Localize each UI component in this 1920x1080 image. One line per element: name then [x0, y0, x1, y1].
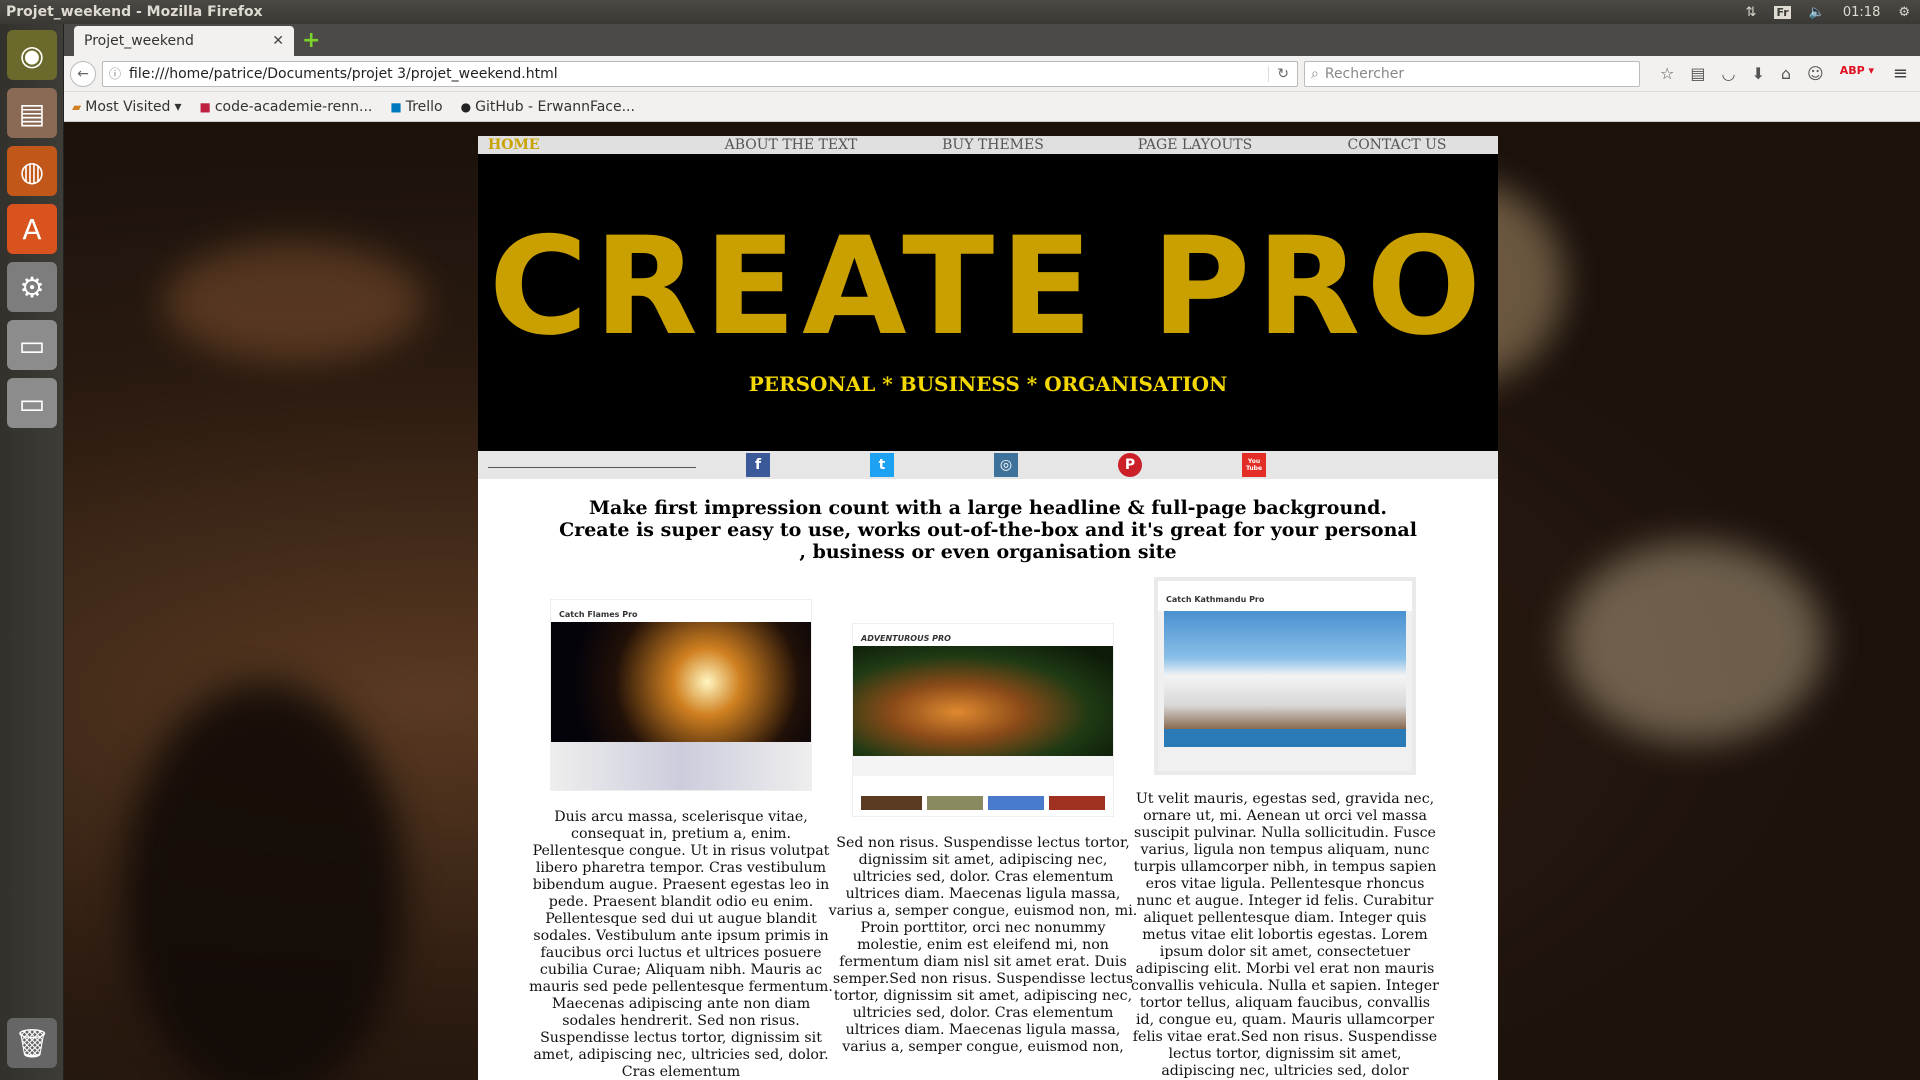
temple-image [1164, 611, 1406, 729]
home-icon[interactable]: ⌂ [1781, 64, 1791, 83]
software-center-icon[interactable]: A [7, 204, 57, 254]
social-bar: f t ◎ P You Tube [478, 451, 1498, 479]
nav-about-the-text[interactable]: ABOUT THE TEXT [690, 136, 892, 154]
toolbar-icons: ☆ ▤ ◡ ⬇ ⌂ ☺ ABP ▾ [1660, 64, 1874, 83]
thumb-content [551, 742, 811, 790]
reading-list-icon[interactable]: ▤ [1690, 64, 1705, 83]
hamburger-menu-icon[interactable]: ≡ [1893, 63, 1908, 84]
background-light-2 [1564, 542, 1824, 742]
tiger-image [853, 646, 1113, 756]
column-text: Ut velit mauris, egestas sed, gravida ne… [1131, 791, 1439, 1079]
bookmark-most-visited[interactable]: ▰ Most Visited ▾ [72, 99, 181, 115]
dash-home-icon[interactable]: ◉ [7, 30, 57, 80]
hero-tagline: PERSONAL * BUSINESS * ORGANISATION [748, 372, 1228, 396]
page-viewport[interactable]: HOME ABOUT THE TEXT BUY THEMES PAGE LAYO… [64, 122, 1920, 1080]
divider-line [488, 467, 696, 468]
theme-screenshot-catch-kathmandu[interactable]: Catch Kathmandu Pro [1154, 577, 1416, 775]
intro-headline: Make first impression count with a large… [559, 497, 1417, 563]
theme-column-2: ADVENTUROUS PRO Sed non risus. Suspendis… [828, 623, 1138, 1056]
bookmark-star-icon[interactable]: ☆ [1660, 64, 1674, 83]
bookmark-trello[interactable]: ■ Trello [390, 99, 442, 115]
volume-icon[interactable]: 🔈 [1809, 5, 1825, 20]
trash-icon[interactable]: 🗑 [7, 1018, 57, 1068]
os-top-panel: Projet_weekend - Mozilla Firefox ⇅ Fr 🔈 … [0, 0, 1920, 24]
search-icon: ⌕ [1311, 65, 1319, 82]
info-icon[interactable]: ⓘ [109, 65, 121, 82]
tab-projet-weekend[interactable]: Projet_weekend ✕ [74, 26, 294, 56]
close-tab-icon[interactable]: ✕ [272, 33, 284, 49]
tab-bar: Projet_weekend ✕ + [64, 24, 1920, 56]
facebook-icon[interactable]: f [746, 453, 770, 477]
instagram-icon[interactable]: ◎ [994, 453, 1018, 477]
bookmark-github[interactable]: ● GitHub - ErwannFace... [461, 99, 635, 115]
bookmark-code-academie[interactable]: ■ code-academie-renn... [199, 99, 372, 115]
thumb-gallery [861, 796, 1105, 810]
reload-icon[interactable]: ↻ [1268, 65, 1297, 82]
background-person [124, 682, 404, 1080]
firefox-window: Projet_weekend ✕ + ← ⓘ file:///home/patr… [64, 24, 1920, 1080]
theme-column-1: Catch Flames Pro Duis arcu massa, sceler… [526, 599, 836, 1080]
nav-page-layouts[interactable]: PAGE LAYOUTS [1094, 136, 1296, 154]
keyboard-layout-indicator[interactable]: Fr [1774, 5, 1791, 19]
disk-drive-icon[interactable]: ▭ [7, 320, 57, 370]
thumb-banner [1164, 729, 1406, 747]
sparkler-image [551, 622, 811, 742]
background-shelf [164, 242, 424, 362]
hero-title: CREATE PRO [488, 208, 1488, 365]
tab-title: Projet_weekend [84, 33, 194, 49]
system-tray: ⇅ Fr 🔈 01:18 ⚙ [1746, 5, 1920, 20]
nav-contact-us[interactable]: CONTACT US [1296, 136, 1498, 154]
code-academie-icon: ■ [199, 99, 211, 114]
system-settings-icon[interactable]: ⚙ [7, 262, 57, 312]
nav-home[interactable]: HOME [478, 136, 690, 154]
thumb-title: Catch Flames Pro [551, 600, 811, 622]
chat-icon[interactable]: ☺ [1807, 64, 1824, 83]
network-icon[interactable]: ⇅ [1746, 5, 1757, 20]
bookmarks-toolbar: ▰ Most Visited ▾ ■ code-academie-renn... ■… [64, 92, 1920, 122]
adblock-icon[interactable]: ABP ▾ [1840, 64, 1874, 83]
hero-banner: CREATE PRO PERSONAL * BUSINESS * ORGANIS… [478, 154, 1498, 451]
pocket-icon[interactable]: ◡ [1721, 64, 1735, 83]
thumb-title: ADVENTUROUS PRO [853, 624, 1113, 646]
settings-gear-icon[interactable]: ⚙ [1898, 5, 1910, 20]
back-arrow-icon[interactable]: ← [70, 60, 96, 87]
clock[interactable]: 01:18 [1843, 5, 1880, 20]
trello-icon: ■ [390, 99, 402, 114]
column-text: Duis arcu massa, scelerisque vitae, cons… [529, 809, 833, 1080]
new-tab-icon[interactable]: + [302, 28, 320, 53]
theme-screenshot-adventurous[interactable]: ADVENTUROUS PRO [852, 623, 1114, 817]
firefox-icon[interactable]: ◍ [7, 146, 57, 196]
github-icon: ● [460, 99, 472, 114]
folder-icon: ▰ [72, 99, 82, 114]
search-placeholder: Rechercher [1324, 65, 1405, 82]
theme-screenshot-catch-flames[interactable]: Catch Flames Pro [550, 599, 812, 791]
site-navigation: HOME ABOUT THE TEXT BUY THEMES PAGE LAYO… [478, 136, 1498, 154]
theme-column-3: Catch Kathmandu Pro Ut velit mauris, ege… [1130, 577, 1440, 1080]
nav-buy-themes[interactable]: BUY THEMES [892, 136, 1094, 154]
downloads-icon[interactable]: ⬇ [1751, 64, 1764, 83]
url-bar[interactable]: ⓘ file:///home/patrice/Documents/projet … [102, 60, 1298, 87]
files-icon[interactable]: ▤ [7, 88, 57, 138]
pinterest-icon[interactable]: P [1118, 453, 1142, 477]
search-input[interactable]: ⌕ Rechercher [1304, 60, 1640, 87]
unity-launcher: ◉ ▤ ◍ A ⚙ ▭ ▭ 🗑 [0, 24, 64, 1080]
navigation-toolbar: ← ⓘ file:///home/patrice/Documents/proje… [64, 56, 1920, 92]
disk-drive-icon-2[interactable]: ▭ [7, 378, 57, 428]
twitter-icon[interactable]: t [870, 453, 894, 477]
url-text: file:///home/patrice/Documents/projet 3/… [129, 65, 558, 82]
thumb-caption [853, 756, 1113, 776]
youtube-icon[interactable]: You Tube [1242, 453, 1266, 477]
column-text: Sed non risus. Suspendisse lectus tortor… [828, 835, 1138, 1055]
window-title: Projet_weekend - Mozilla Firefox [6, 4, 263, 20]
website-page: HOME ABOUT THE TEXT BUY THEMES PAGE LAYO… [478, 136, 1498, 1080]
thumb-title: Catch Kathmandu Pro [1158, 581, 1412, 611]
